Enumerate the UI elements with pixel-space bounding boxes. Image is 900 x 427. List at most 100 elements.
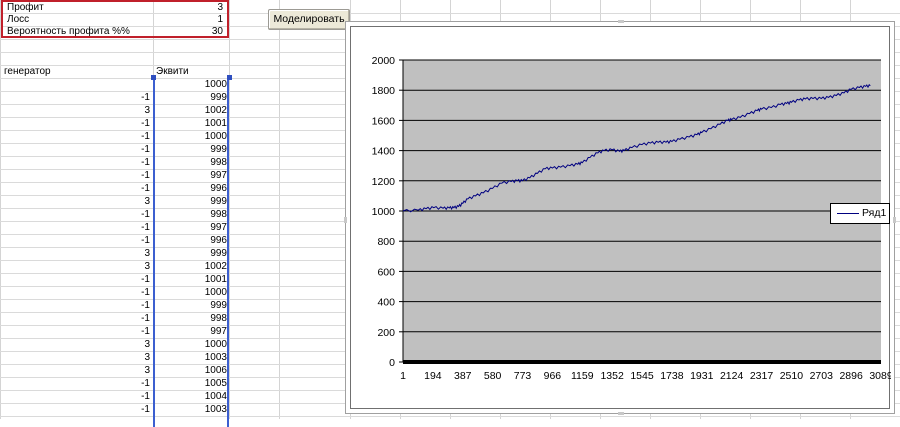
equity-cell[interactable]: 1000 — [153, 130, 227, 143]
resize-handle[interactable] — [893, 217, 896, 223]
generator-cell[interactable]: -1 — [100, 325, 150, 338]
generator-cell[interactable]: 3 — [100, 247, 150, 260]
parameter-value[interactable]: 3 — [217, 2, 223, 14]
y-tick-label: 1000 — [372, 206, 396, 218]
generator-cell[interactable]: -1 — [100, 234, 150, 247]
grid-column-line — [279, 0, 280, 419]
resize-handle[interactable] — [618, 20, 624, 23]
parameter-label: Профит — [7, 2, 44, 13]
x-tick-label: 1931 — [690, 370, 714, 382]
y-tick-label: 1400 — [372, 146, 396, 158]
equity-cell[interactable]: 1003 — [153, 351, 227, 364]
x-tick-label: 966 — [544, 370, 562, 382]
generator-cell[interactable]: 3 — [100, 351, 150, 364]
parameter-row[interactable]: Вероятность профита %% 30 — [5, 26, 225, 38]
legend-series-name: Ряд1 — [862, 207, 887, 219]
equity-cell[interactable]: 998 — [153, 312, 227, 325]
x-tick-label: 2510 — [780, 370, 804, 382]
generator-cell[interactable]: 3 — [100, 364, 150, 377]
generator-cell[interactable]: -1 — [100, 403, 150, 416]
generator-header[interactable]: генератор — [4, 65, 51, 78]
parameter-value[interactable]: 30 — [212, 26, 223, 38]
equity-cell[interactable]: 999 — [153, 195, 227, 208]
equity-cell[interactable]: 1005 — [153, 377, 227, 390]
equity-cell[interactable]: 998 — [153, 156, 227, 169]
parameter-row[interactable]: Лосс 1 — [5, 14, 225, 26]
y-tick-label: 200 — [377, 327, 395, 339]
x-tick-label: 387 — [454, 370, 472, 382]
generator-cell[interactable]: -1 — [100, 312, 150, 325]
x-tick-label: 194 — [424, 370, 442, 382]
grid-column-line — [229, 0, 230, 419]
generator-cell[interactable]: -1 — [100, 221, 150, 234]
equity-cell[interactable]: 1003 — [153, 403, 227, 416]
equity-cell[interactable]: 996 — [153, 182, 227, 195]
equity-cell[interactable]: 998 — [153, 208, 227, 221]
equity-cell[interactable]: 1001 — [153, 117, 227, 130]
generator-cell[interactable]: 3 — [100, 338, 150, 351]
equity-cell[interactable]: 1000 — [153, 286, 227, 299]
equity-cell[interactable]: 999 — [153, 247, 227, 260]
generator-cell[interactable]: -1 — [100, 117, 150, 130]
generator-cell[interactable]: -1 — [100, 299, 150, 312]
x-tick-label: 580 — [484, 370, 502, 382]
equity-cell[interactable]: 997 — [153, 221, 227, 234]
equity-cell[interactable]: 999 — [153, 91, 227, 104]
chart-legend[interactable]: Ряд1 — [830, 203, 890, 224]
equity-cell[interactable]: 1004 — [153, 390, 227, 403]
resize-handle[interactable] — [344, 217, 347, 223]
generator-cell[interactable]: -1 — [100, 91, 150, 104]
equity-cell[interactable]: 1002 — [153, 260, 227, 273]
grid-column-line — [0, 0, 1, 419]
generator-cell[interactable]: -1 — [100, 273, 150, 286]
equity-cell[interactable]: 1000 — [153, 78, 227, 91]
equity-chart[interactable]: 0 200 400 600 800 1000 1200 1400 1600 1800 2000 1 19… — [344, 20, 896, 415]
equity-cell[interactable]: 999 — [153, 143, 227, 156]
parameters-block: Профит 3 Лосс 1 Вероятность профита %% 3… — [1, 0, 229, 38]
y-tick-label: 2000 — [372, 55, 396, 67]
y-tick-label: 1800 — [372, 85, 396, 97]
equity-cell[interactable]: 1001 — [153, 273, 227, 286]
grid-row-line — [0, 416, 900, 417]
x-tick-label: 2317 — [750, 370, 774, 382]
equity-cell[interactable]: 1000 — [153, 338, 227, 351]
parameter-value[interactable]: 1 — [217, 14, 223, 26]
generator-cell[interactable]: 3 — [100, 104, 150, 117]
equity-cell[interactable]: 997 — [153, 169, 227, 182]
parameter-label: Лосс — [7, 14, 30, 25]
chart-svg: 0 200 400 600 800 1000 1200 1400 1600 1800 2000 1 19… — [372, 55, 891, 382]
x-tick-label: 1 — [400, 370, 406, 382]
x-tick-label: 2703 — [810, 370, 834, 382]
y-tick-label: 600 — [377, 266, 395, 278]
generator-cell[interactable]: -1 — [100, 390, 150, 403]
parameter-row[interactable]: Профит 3 — [5, 2, 225, 14]
generator-cell[interactable]: -1 — [100, 169, 150, 182]
equity-cell[interactable]: 997 — [153, 325, 227, 338]
parameter-label: Вероятность профита %% — [7, 26, 130, 37]
generator-cell[interactable]: -1 — [100, 130, 150, 143]
resize-handle[interactable] — [618, 412, 624, 415]
x-tick-label: 773 — [514, 370, 532, 382]
y-tick-label: 1200 — [372, 176, 396, 188]
selection-handle[interactable] — [227, 75, 232, 80]
y-tick-label: 1600 — [372, 115, 396, 127]
generator-cell[interactable]: -1 — [100, 143, 150, 156]
x-tick-label: 2896 — [839, 370, 863, 382]
equity-cell[interactable]: 999 — [153, 299, 227, 312]
x-tick-label: 1352 — [600, 370, 624, 382]
x-tick-label: 1159 — [571, 370, 594, 382]
generator-cell[interactable]: -1 — [100, 286, 150, 299]
x-tick-label: 1545 — [630, 370, 654, 382]
generator-cell[interactable]: 3 — [100, 260, 150, 273]
simulate-button[interactable]: Моделировать — [268, 9, 350, 30]
generator-cell[interactable]: -1 — [100, 182, 150, 195]
generator-cell[interactable]: 3 — [100, 195, 150, 208]
equity-cell[interactable]: 996 — [153, 234, 227, 247]
equity-cell[interactable]: 1006 — [153, 364, 227, 377]
equity-cell[interactable]: 1002 — [153, 104, 227, 117]
chart-area[interactable]: 0 200 400 600 800 1000 1200 1400 1600 1800 2000 1 19… — [350, 26, 891, 409]
generator-cell[interactable]: -1 — [100, 208, 150, 221]
x-tick-label: 1738 — [660, 370, 684, 382]
generator-cell[interactable]: -1 — [100, 377, 150, 390]
generator-cell[interactable]: -1 — [100, 156, 150, 169]
